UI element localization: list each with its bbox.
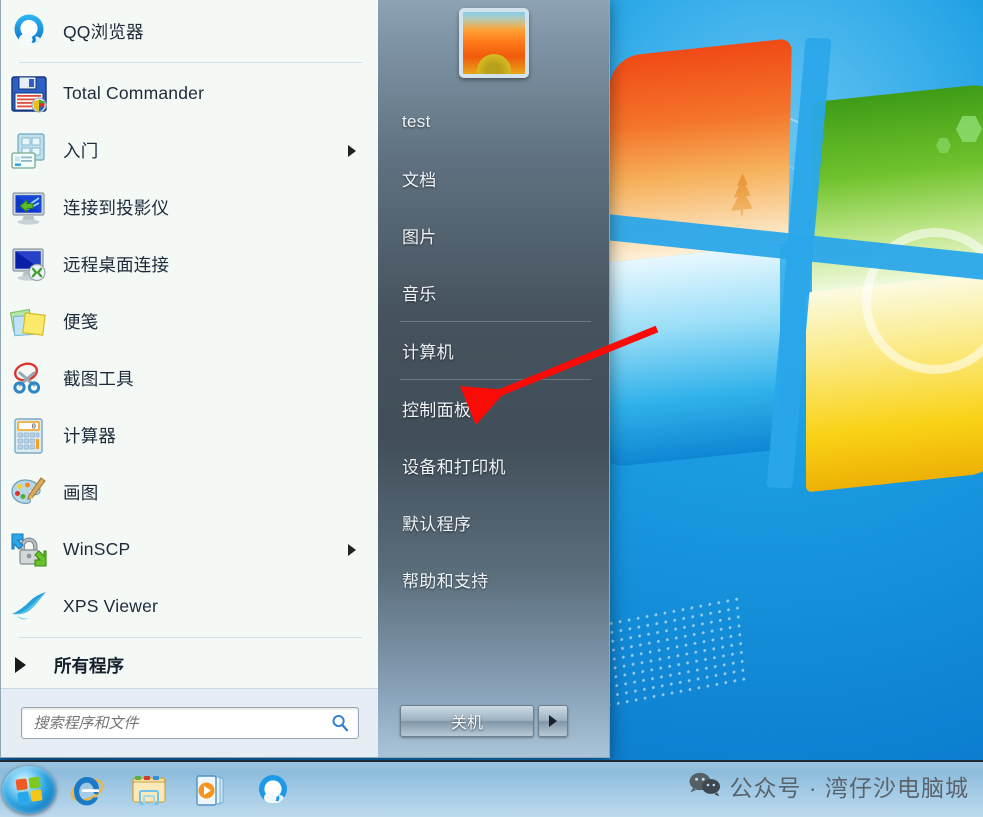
snipping-tool-icon (9, 359, 49, 399)
wechat-icon (688, 771, 722, 802)
qq-browser-icon (9, 12, 49, 52)
internet-explorer-icon (69, 773, 105, 807)
search-input[interactable] (21, 708, 358, 738)
submenu-arrow-icon (348, 144, 356, 157)
start-menu-item-1[interactable]: QQ浏览器 (1, 3, 378, 60)
avatar[interactable] (458, 8, 529, 78)
start-menu-item-7[interactable]: 截图工具 (1, 350, 378, 407)
flag-pane-blue (588, 244, 780, 713)
windows-logo-icon (15, 775, 43, 804)
start-menu-right-panel: test 文档图片音乐计算机控制面板设备和打印机 默认程序帮助和支持 关机 (378, 0, 610, 758)
start-menu-item-3[interactable]: 入门 (1, 122, 378, 179)
start-menu-item-6[interactable]: 便笺 (1, 293, 378, 350)
start-menu-item-label: WinSCP (63, 539, 131, 559)
start-menu-item-4[interactable]: 连接到投影仪 (1, 179, 378, 236)
start-menu-item-label: 画图 (63, 483, 99, 503)
start-menu-item-label: Total Commander (63, 83, 205, 103)
start-menu-place-label: test (402, 111, 431, 131)
shutdown-button[interactable]: 关机 (400, 705, 534, 737)
windows-explorer-icon (131, 773, 167, 807)
remote-desktop-icon (9, 245, 49, 285)
start-menu-place-2[interactable]: 文档 (378, 150, 609, 207)
search-area (1, 688, 378, 757)
start-menu-item-2[interactable]: Total Commander (1, 65, 378, 122)
start-menu-place-1[interactable]: test (378, 93, 609, 150)
winscp-lock-icon (9, 530, 49, 570)
chevron-right-icon (549, 715, 557, 727)
shutdown-area: 关机 (378, 685, 609, 757)
all-programs-button[interactable]: 所有程序 (1, 642, 378, 688)
connect-to-projector-icon (9, 188, 49, 228)
taskbar: 公众号 · 湾仔沙电脑城 (0, 760, 983, 817)
chevron-right-icon (15, 657, 26, 673)
start-menu-item-8[interactable]: 0 计算器 (1, 407, 378, 464)
start-menu-place-8[interactable]: 默认程序 (378, 494, 609, 551)
all-programs-label: 所有程序 (54, 655, 124, 676)
start-menu-item-10[interactable]: WinSCP (1, 521, 378, 578)
getting-started-icon (9, 131, 49, 171)
taskbar-item-windows-explorer[interactable] (118, 766, 180, 814)
start-menu-item-label: 入门 (63, 141, 99, 161)
menu-separator (19, 62, 362, 63)
start-menu-place-9[interactable]: 帮助和支持 (378, 551, 609, 608)
watermark-text: 公众号 · 湾仔沙电脑城 (729, 775, 969, 801)
start-menu-place-label: 图片 (402, 228, 437, 247)
start-menu-item-9[interactable]: 画图 (1, 464, 378, 521)
start-menu-place-6[interactable]: 控制面板 (378, 380, 609, 437)
screen: QQ浏览器 Total Commander 入门 连接到投影仪 远程桌面连接 便… (0, 0, 983, 817)
search-box[interactable] (20, 707, 359, 739)
start-menu-item-label: XPS Viewer (63, 596, 159, 616)
start-menu-item-label: 便笺 (63, 312, 99, 332)
svg-text:0: 0 (32, 422, 36, 430)
start-menu-place-3[interactable]: 图片 (378, 207, 609, 264)
start-menu: QQ浏览器 Total Commander 入门 连接到投影仪 远程桌面连接 便… (0, 0, 610, 758)
shutdown-options-button[interactable] (538, 705, 568, 737)
start-menu-item-11[interactable]: XPS Viewer (1, 578, 378, 635)
start-menu-place-label: 帮助和支持 (402, 572, 489, 591)
start-menu-place-label: 设备和打印机 (402, 458, 506, 477)
start-menu-place-5[interactable]: 计算机 (378, 322, 609, 379)
start-menu-left-panel: QQ浏览器 Total Commander 入门 连接到投影仪 远程桌面连接 便… (0, 0, 378, 758)
floppy-disk-icon (9, 74, 49, 114)
places-list: test 文档图片音乐计算机控制面板设备和打印机 默认程序帮助和支持 (378, 89, 609, 685)
qq-browser-icon (255, 773, 291, 807)
halftone-dots (588, 594, 746, 713)
start-menu-item-label: 远程桌面连接 (63, 255, 170, 275)
calculator-icon: 0 (9, 416, 49, 456)
program-list: QQ浏览器 Total Commander 入门 连接到投影仪 远程桌面连接 便… (1, 0, 378, 642)
taskbar-item-internet-explorer[interactable] (56, 766, 118, 814)
windows-logo-flag (579, 20, 983, 713)
submenu-arrow-icon (348, 543, 356, 556)
start-menu-item-label: 计算器 (63, 426, 117, 446)
taskbar-item-windows-media-player[interactable] (180, 766, 242, 814)
start-menu-place-label: 文档 (402, 171, 437, 190)
start-menu-place-7[interactable]: 设备和打印机 (378, 437, 609, 494)
start-menu-item-label: QQ浏览器 (63, 22, 144, 42)
start-menu-item-label: 截图工具 (63, 369, 134, 389)
menu-separator (19, 637, 362, 638)
start-menu-place-label: 控制面板 (402, 401, 472, 420)
search-magnifier-icon[interactable] (331, 714, 349, 732)
sticky-notes-icon (9, 302, 49, 342)
shutdown-label: 关机 (450, 715, 483, 732)
start-menu-place-label: 音乐 (402, 285, 437, 304)
windows-media-player-icon (193, 773, 229, 807)
taskbar-item-qq-browser[interactable] (242, 766, 304, 814)
watermark: 公众号 · 湾仔沙电脑城 (688, 769, 969, 803)
start-menu-item-5[interactable]: 远程桌面连接 (1, 236, 378, 293)
windows-start-orb[interactable] (2, 765, 56, 814)
start-menu-place-4[interactable]: 音乐 (378, 264, 609, 321)
start-menu-place-label: 计算机 (402, 343, 454, 362)
xps-viewer-icon (9, 587, 49, 627)
paint-icon (9, 473, 49, 513)
user-account-picture-wrap[interactable] (378, 0, 609, 89)
start-menu-place-label: 默认程序 (402, 515, 472, 534)
start-menu-item-label: 连接到投影仪 (63, 198, 170, 218)
pine-tree-silhouette (727, 172, 758, 217)
